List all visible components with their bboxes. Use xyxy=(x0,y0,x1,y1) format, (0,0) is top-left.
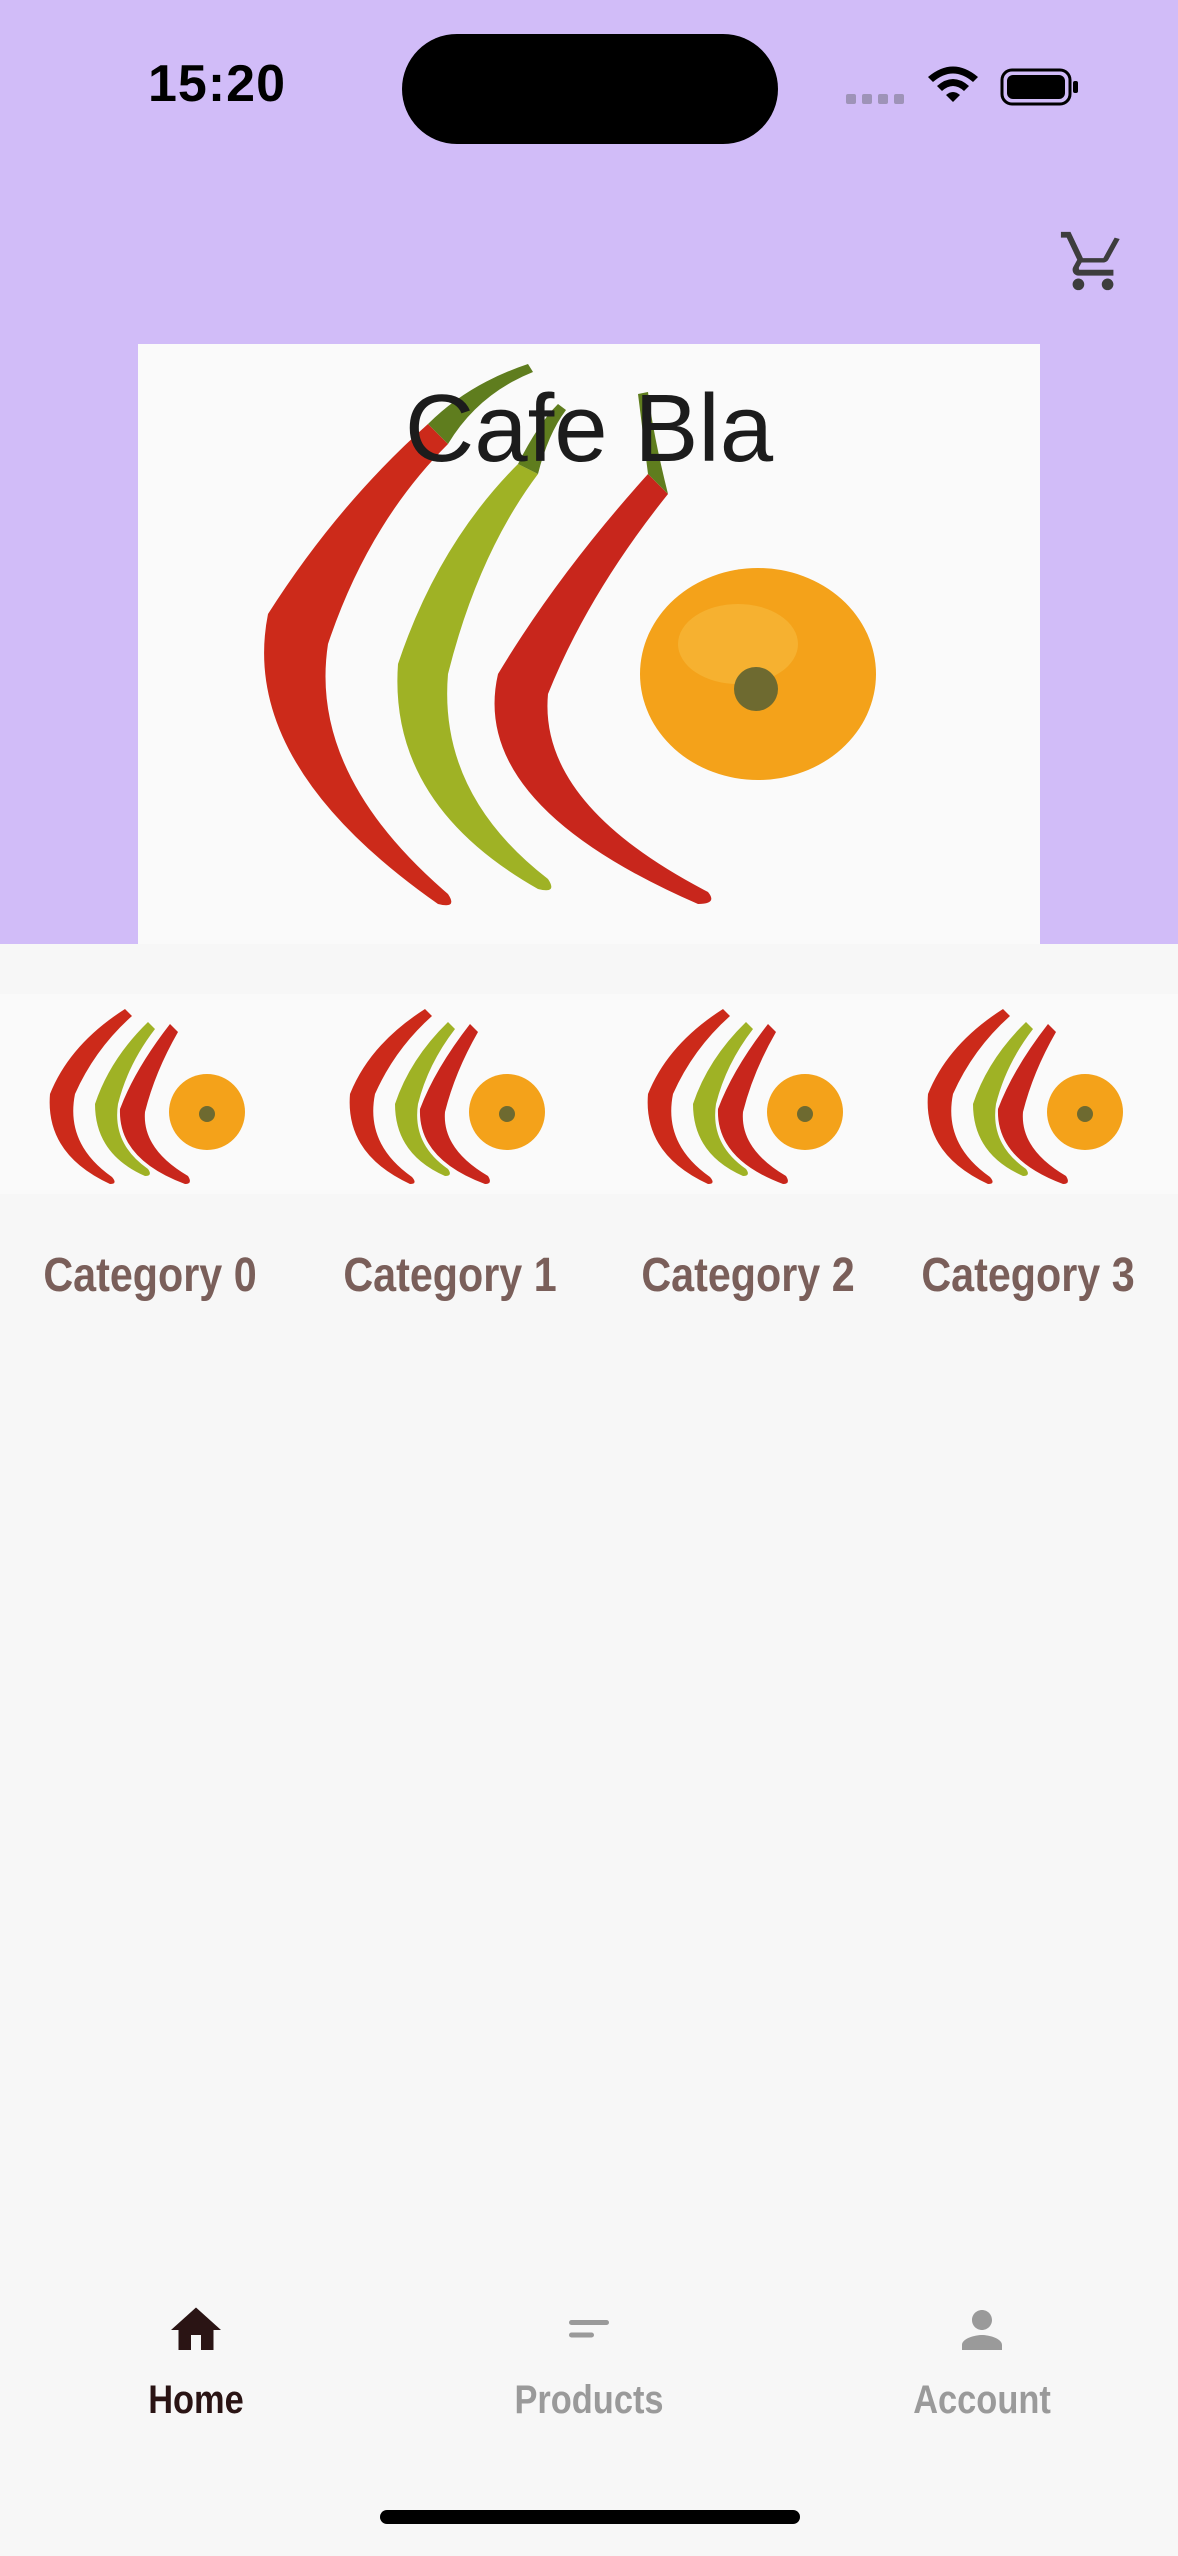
category-label: Category 0 xyxy=(43,1249,257,1302)
nav-label-products: Products xyxy=(514,2378,664,2422)
category-label: Category 1 xyxy=(343,1249,557,1302)
home-indicator[interactable] xyxy=(380,2510,800,2524)
hero-title: Cafe Bla xyxy=(404,375,774,482)
nav-label-home: Home xyxy=(148,2378,244,2422)
nav-item-products[interactable]: Products xyxy=(469,2300,709,2460)
nav-item-home[interactable]: Home xyxy=(76,2300,316,2460)
category-image xyxy=(598,994,898,1194)
category-card-3[interactable]: Category 3 xyxy=(878,994,1178,1334)
category-list: Category 0 Category 1 Category 2 Categor… xyxy=(0,994,1178,1334)
wifi-icon xyxy=(928,66,978,102)
nav-item-account[interactable]: Account xyxy=(862,2300,1102,2460)
status-time: 15:20 xyxy=(148,55,286,113)
category-card-0[interactable]: Category 0 xyxy=(0,994,300,1334)
category-label: Category 2 xyxy=(641,1249,855,1302)
person-icon xyxy=(962,2310,1002,2350)
home-icon xyxy=(171,2307,221,2350)
category-image xyxy=(0,994,300,1194)
category-image xyxy=(300,994,600,1194)
category-label: Category 3 xyxy=(921,1249,1135,1302)
battery-icon xyxy=(1000,68,1078,106)
app-screen: 15:20 Cafe Bla Category 0 Category 1 Cat… xyxy=(0,0,1178,2556)
list-icon xyxy=(569,2320,609,2338)
category-image xyxy=(878,994,1178,1194)
category-card-1[interactable]: Category 1 xyxy=(300,994,600,1334)
category-card-2[interactable]: Category 2 xyxy=(598,994,898,1334)
dynamic-island xyxy=(402,34,778,144)
nav-label-account: Account xyxy=(913,2378,1051,2422)
cellular-signal-icon xyxy=(846,94,904,104)
shopping-cart-icon[interactable] xyxy=(1058,226,1128,296)
